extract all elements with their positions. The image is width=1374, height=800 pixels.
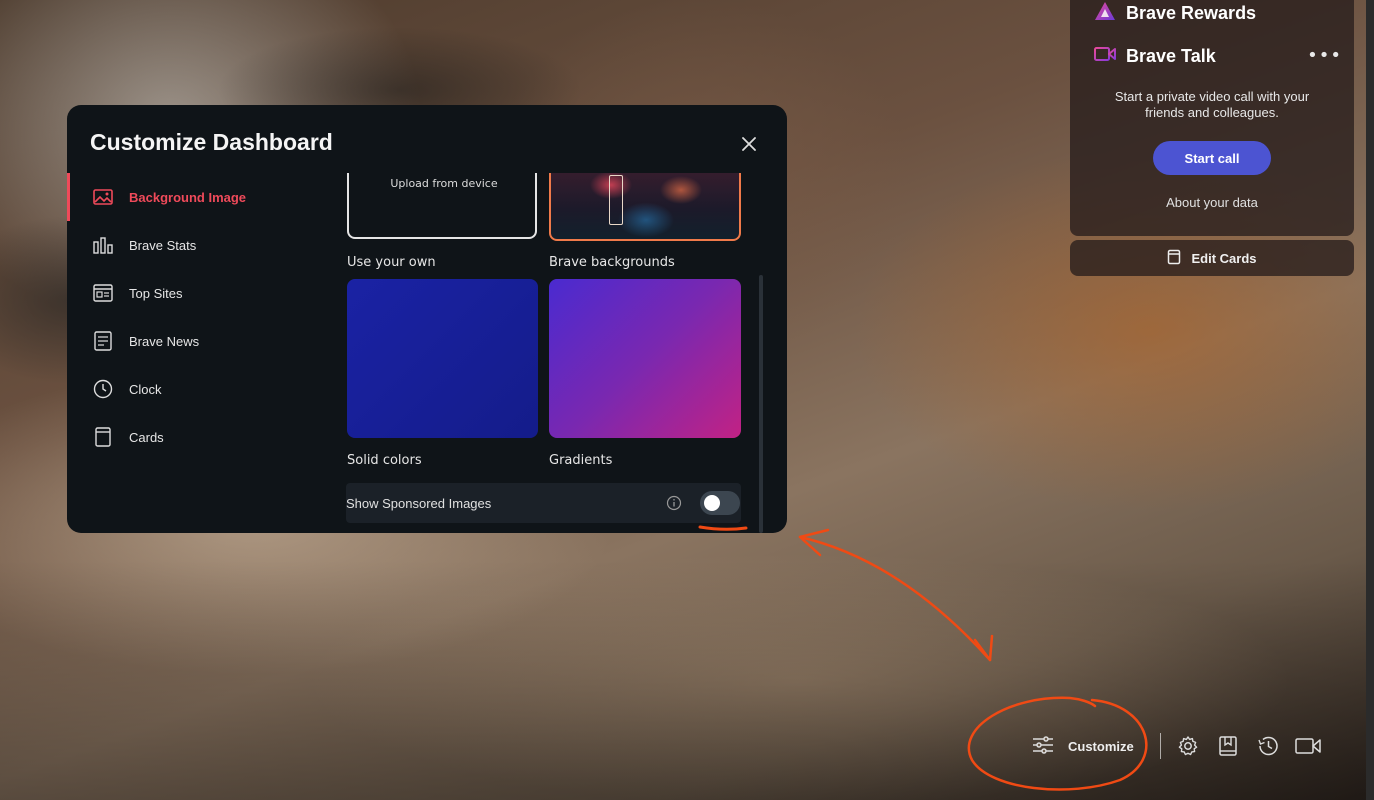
use-your-own-tile[interactable]: Upload from device — [347, 173, 537, 239]
image-icon — [93, 187, 113, 207]
close-icon[interactable] — [738, 133, 760, 155]
toggle-knob — [704, 495, 720, 511]
nav-label: Brave News — [129, 333, 200, 349]
sliders-icon — [1032, 735, 1054, 758]
cards-icon — [93, 427, 113, 447]
nav-item-brave-stats[interactable]: Brave Stats — [67, 221, 327, 269]
dialog-title: Customize Dashboard — [90, 129, 333, 155]
cards-icon — [1167, 249, 1181, 268]
solid-colors-tile[interactable] — [347, 279, 538, 438]
brave-rewards-title: Brave Rewards — [1126, 2, 1257, 23]
sponsored-images-toggle[interactable] — [700, 491, 740, 515]
nav-label: Brave Stats — [129, 237, 197, 253]
news-icon — [93, 331, 113, 351]
edit-cards-button[interactable]: Edit Cards — [1070, 240, 1354, 276]
history-icon[interactable] — [1255, 733, 1281, 759]
brave-talk-icon[interactable] — [1294, 733, 1321, 759]
brave-talk-header: Brave Talk ••• — [1094, 42, 1342, 70]
start-call-button[interactable]: Start call — [1153, 141, 1271, 175]
bookmarks-icon[interactable] — [1215, 733, 1241, 759]
toolbar-divider — [1159, 733, 1161, 759]
brave-rewards-triangle-icon — [1094, 1, 1116, 25]
bar-chart-icon — [93, 235, 113, 255]
scrollbar[interactable] — [759, 275, 763, 533]
brave-talk-description: Start a private video call with your fri… — [1114, 89, 1310, 120]
nav-label: Background Image — [129, 189, 247, 205]
window-edge — [1366, 0, 1374, 800]
nav-item-clock[interactable]: Clock — [67, 365, 327, 413]
clock-icon — [93, 379, 113, 399]
customize-label: Customize — [1068, 738, 1134, 754]
brave-backgrounds-label: Brave backgrounds — [549, 255, 675, 270]
nav-item-cards[interactable]: Cards — [67, 413, 327, 461]
neon-sign-image — [609, 175, 623, 225]
top-sites-icon — [93, 283, 113, 303]
use-your-own-label: Use your own — [347, 255, 436, 270]
customize-dashboard-dialog: Customize Dashboard Background Image Bra… — [67, 105, 787, 533]
nav-label: Cards — [129, 429, 164, 445]
nav-label: Top Sites — [129, 285, 183, 301]
bottom-toolbar: Customize — [1030, 730, 1335, 762]
info-icon[interactable] — [666, 495, 682, 511]
brave-backgrounds-tile[interactable] — [549, 173, 741, 241]
settings-gear-icon[interactable] — [1175, 733, 1201, 759]
upload-from-device-text: Upload from device — [390, 177, 498, 190]
customize-button[interactable]: Customize — [1030, 730, 1136, 762]
show-sponsored-images-row: Show Sponsored Images — [346, 483, 741, 523]
nav-item-top-sites[interactable]: Top Sites — [67, 269, 327, 317]
brave-talk-card: Brave Rewards Brave Talk ••• Start a pri… — [1070, 0, 1354, 236]
more-dots-icon[interactable]: ••• — [1307, 47, 1342, 65]
brave-rewards-widget[interactable]: Brave Rewards — [1094, 0, 1256, 26]
gradients-label: Gradients — [549, 453, 613, 468]
nav-item-brave-news[interactable]: Brave News — [67, 317, 327, 365]
settings-nav: Background Image Brave Stats Top Sites B… — [67, 173, 327, 461]
brave-talk-title: Brave Talk — [1126, 45, 1216, 66]
show-sponsored-images-label: Show Sponsored Images — [346, 495, 492, 511]
background-options: Upload from device Use your own Brave ba… — [346, 173, 764, 533]
video-camera-icon — [1094, 45, 1116, 67]
edit-cards-label: Edit Cards — [1191, 250, 1257, 266]
solid-colors-label: Solid colors — [347, 453, 422, 468]
nav-item-background-image[interactable]: Background Image — [67, 173, 327, 221]
nav-label: Clock — [129, 381, 162, 397]
about-your-data-link[interactable]: About your data — [1070, 195, 1354, 210]
gradients-tile[interactable] — [549, 279, 741, 438]
